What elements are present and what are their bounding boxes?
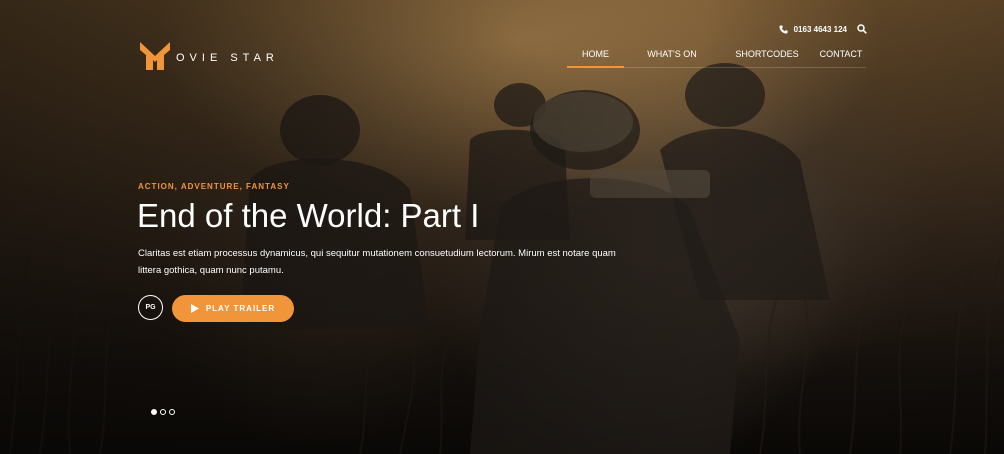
phone-icon xyxy=(779,24,788,34)
phone-number: 0163 4643 124 xyxy=(793,24,847,34)
site-logo[interactable]: OVIE STAR xyxy=(138,38,279,72)
nav-item-contact[interactable]: CONTACT xyxy=(817,45,865,67)
play-trailer-button[interactable]: PLAY TRAILER xyxy=(172,295,294,322)
main-nav: HOME WHAT'S ON SHORTCODES CONTACT xyxy=(567,45,866,68)
movie-description: Claritas est etiam processus dynamicus, … xyxy=(138,248,616,276)
logo-text: OVIE STAR xyxy=(176,52,279,64)
play-icon xyxy=(190,304,199,313)
top-bar: 0163 4643 124 xyxy=(779,24,867,34)
movie-title: End of the World: Part I xyxy=(137,197,480,234)
rating-badge: PG xyxy=(138,295,163,320)
slider-dot-3[interactable] xyxy=(169,409,175,415)
nav-item-whats-on[interactable]: WHAT'S ON xyxy=(631,45,713,67)
phone-link[interactable]: 0163 4643 124 xyxy=(779,25,847,34)
slider-pagination xyxy=(151,409,175,415)
logo-m-icon xyxy=(140,42,170,70)
search-icon xyxy=(857,24,867,34)
nav-item-home[interactable]: HOME xyxy=(567,45,624,68)
search-button[interactable] xyxy=(857,24,867,34)
nav-item-shortcodes[interactable]: SHORTCODES xyxy=(725,45,809,67)
movie-genres: ACTION, ADVENTURE, FANTASY xyxy=(138,182,290,191)
slider-dot-1[interactable] xyxy=(151,409,157,415)
hero-banner: OVIE STAR 0163 4643 124 HOME WHAT'S ON S… xyxy=(0,0,1004,454)
play-trailer-label: PLAY TRAILER xyxy=(205,304,276,313)
slider-dot-2[interactable] xyxy=(160,409,166,415)
